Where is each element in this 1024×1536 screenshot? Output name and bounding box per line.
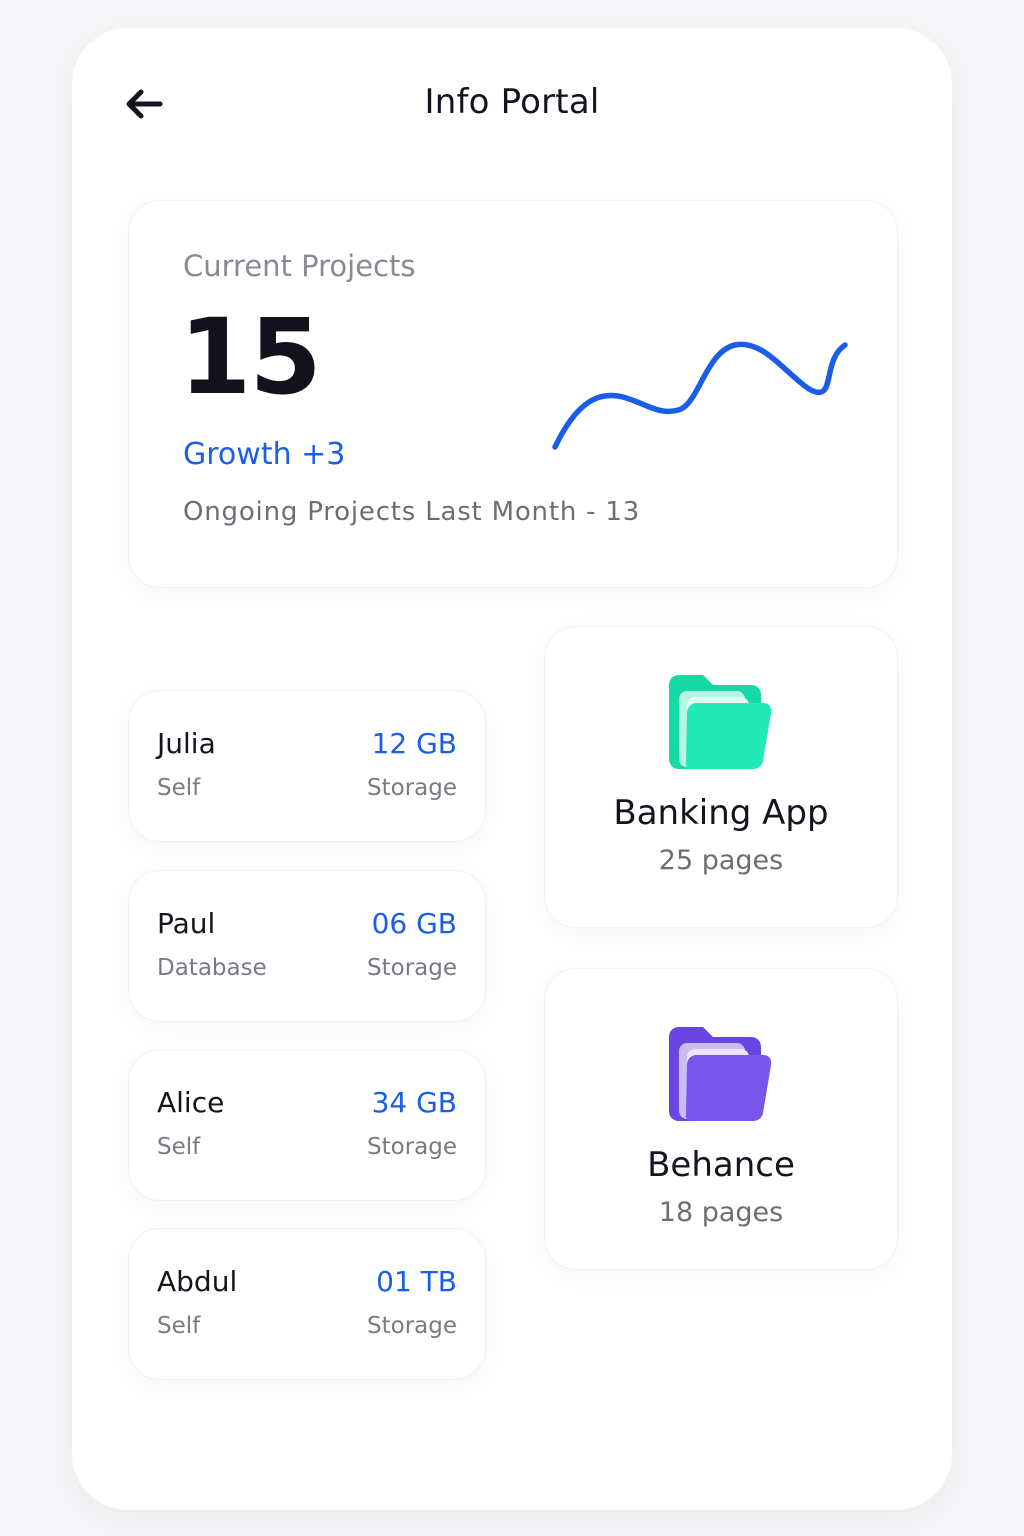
storage-user-name: Paul <box>157 907 216 940</box>
storage-user-name: Julia <box>157 727 216 760</box>
storage-type: Self <box>157 1134 201 1160</box>
folder-card-banking-app[interactable]: Banking App 25 pages <box>544 626 898 928</box>
storage-user-name: Alice <box>157 1086 225 1119</box>
storage-card-abdul[interactable]: Abdul Self 01 TB Storage <box>128 1228 486 1380</box>
storage-amount: 01 TB <box>376 1265 457 1298</box>
trend-sparkline <box>552 341 848 450</box>
projects-growth: Growth +3 <box>183 437 346 472</box>
folder-name: Banking App <box>613 793 829 833</box>
folder-pages: 25 pages <box>658 845 784 876</box>
app-screen: Info Portal Current Projects 15 Growth +… <box>72 28 952 1510</box>
storage-type: Database <box>157 955 267 981</box>
folder-name: Behance <box>647 1145 795 1185</box>
storage-amount: 12 GB <box>371 727 457 760</box>
folder-card-behance[interactable]: Behance 18 pages <box>544 968 898 1270</box>
folder-icon <box>669 1027 772 1121</box>
storage-amount: 34 GB <box>371 1086 457 1119</box>
storage-user-name: Abdul <box>157 1265 238 1298</box>
current-projects-card[interactable]: Current Projects 15 Growth +3 Ongoing Pr… <box>128 200 898 588</box>
projects-count: 15 <box>179 296 322 418</box>
storage-label: Storage <box>367 1313 457 1339</box>
projects-last-month: Ongoing Projects Last Month - 13 <box>183 497 641 527</box>
projects-label: Current Projects <box>183 249 416 283</box>
storage-card-paul[interactable]: Paul Database 06 GB Storage <box>128 870 486 1022</box>
storage-type: Self <box>157 1313 201 1339</box>
folder-icon <box>669 675 772 769</box>
storage-label: Storage <box>367 775 457 801</box>
storage-amount: 06 GB <box>371 907 457 940</box>
storage-type: Self <box>157 775 201 801</box>
page-title: Info Portal <box>424 82 600 122</box>
storage-card-julia[interactable]: Julia Self 12 GB Storage <box>128 690 486 842</box>
storage-label: Storage <box>367 955 457 981</box>
storage-card-alice[interactable]: Alice Self 34 GB Storage <box>128 1049 486 1201</box>
trend-line <box>552 341 848 450</box>
folder-pages: 18 pages <box>658 1197 784 1228</box>
storage-label: Storage <box>367 1134 457 1160</box>
